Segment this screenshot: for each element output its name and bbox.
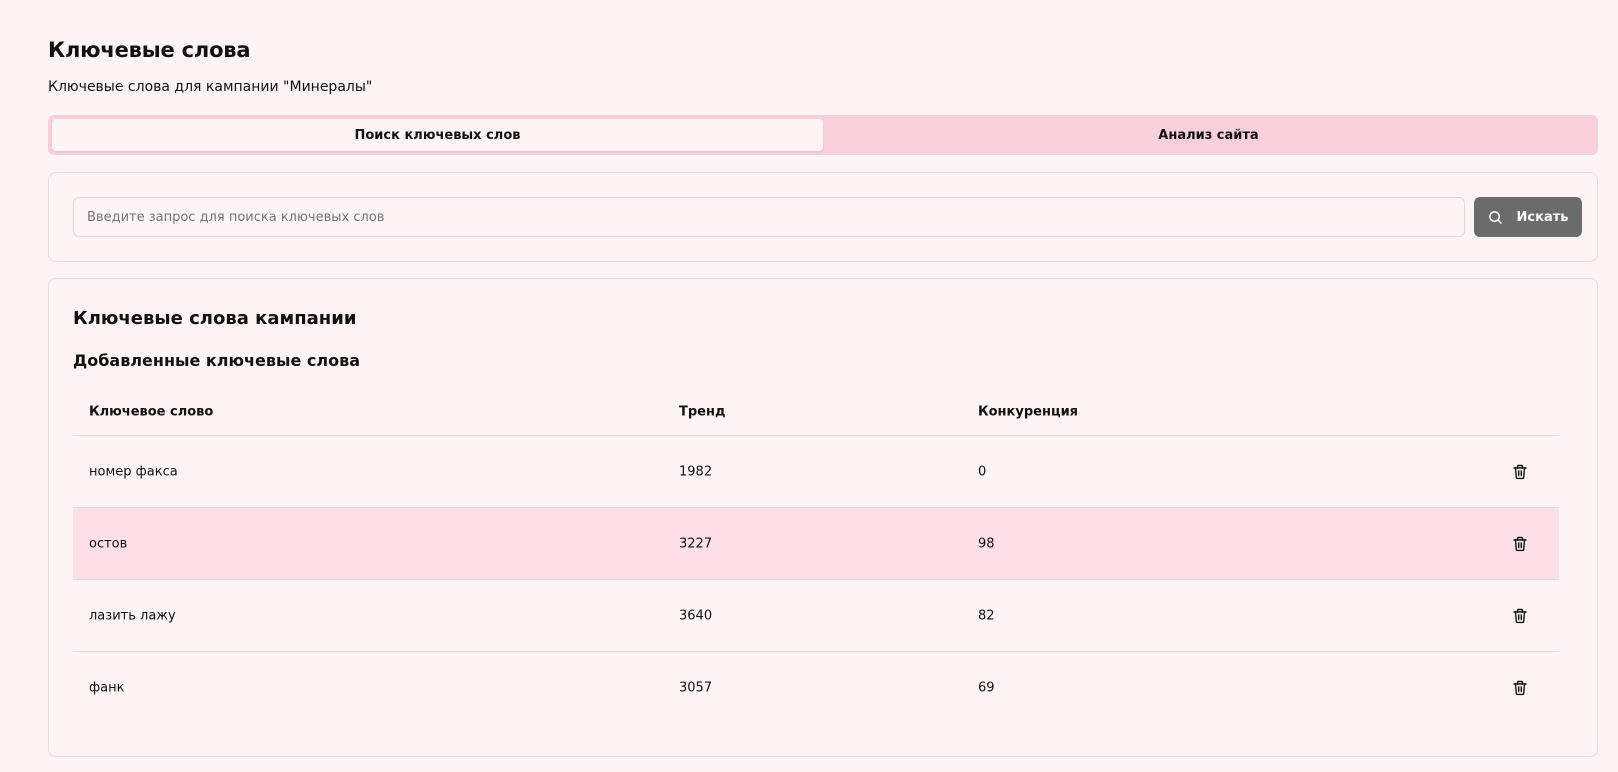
section-subtitle: Добавленные ключевые слова	[73, 351, 361, 370]
competition-cell: 98	[978, 536, 995, 551]
keywords-page: Ключевые слова Ключевые слова для кампан…	[0, 0, 1618, 772]
tab-site-analysis[interactable]: Анализ сайта	[823, 119, 1594, 151]
tab-keyword-search[interactable]: Поиск ключевых слов	[52, 119, 823, 151]
keyword-cell: остов	[89, 536, 128, 551]
trend-cell: 1982	[679, 464, 713, 479]
campaign-keywords-card: Ключевые слова кампании Добавленные ключ…	[48, 278, 1598, 757]
search-input[interactable]	[73, 197, 1465, 237]
trend-cell: 3227	[679, 536, 713, 551]
trend-cell: 3057	[679, 680, 713, 696]
column-header-trend: Тренд	[679, 404, 726, 420]
keywords-table: Ключевое слово Тренд Конкуренция номер ф…	[73, 389, 1559, 724]
keyword-cell: фанк	[89, 680, 125, 696]
search-card: Искать	[48, 172, 1598, 262]
table-row: остов 3227 98	[73, 508, 1559, 580]
trash-icon[interactable]	[1513, 680, 1527, 696]
tab-bar: Поиск ключевых слов Анализ сайта	[48, 115, 1598, 155]
search-button-label: Искать	[1516, 209, 1569, 225]
page-subtitle: Ключевые слова для кампании "Минералы"	[48, 79, 373, 95]
trash-icon[interactable]	[1513, 536, 1527, 551]
competition-cell: 82	[978, 608, 995, 623]
search-button[interactable]: Искать	[1474, 197, 1582, 237]
table-row: фанк 3057 69	[73, 652, 1559, 724]
competition-cell: 69	[978, 680, 995, 696]
table-row: номер факса 1982 0	[73, 436, 1559, 508]
competition-cell: 0	[978, 464, 987, 479]
page-title: Ключевые слова	[48, 38, 251, 62]
column-header-keyword: Ключевое слово	[89, 404, 214, 420]
column-header-competition: Конкуренция	[978, 404, 1079, 420]
section-title: Ключевые слова кампании	[73, 308, 357, 329]
table-header: Ключевое слово Тренд Конкуренция	[73, 389, 1559, 436]
trash-icon[interactable]	[1513, 464, 1527, 479]
keyword-cell: номер факса	[89, 464, 178, 479]
keyword-cell: лазить лажу	[89, 608, 176, 623]
trash-icon[interactable]	[1513, 608, 1527, 623]
search-icon	[1488, 210, 1503, 225]
trend-cell: 3640	[679, 608, 713, 623]
table-row: лазить лажу 3640 82	[73, 580, 1559, 652]
